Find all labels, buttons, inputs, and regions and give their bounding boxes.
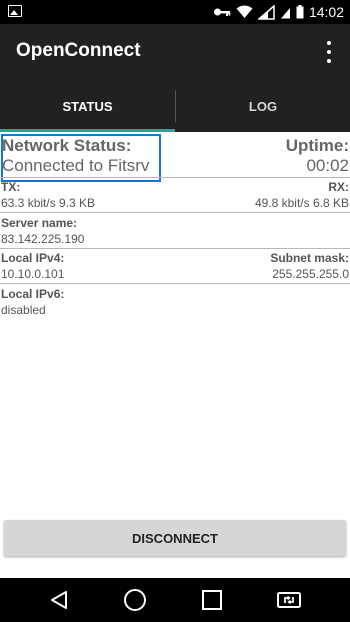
tx-value: 63.3 kbit/s 9.3 KB — [1, 196, 96, 210]
tab-log[interactable]: LOG — [176, 80, 350, 132]
subnet-mask-label: Subnet mask: — [270, 251, 349, 265]
gallery-icon — [8, 5, 22, 17]
tab-bar: STATUS LOG — [0, 80, 350, 132]
status-panel: Network Status: Connected to Fitsrv Upti… — [0, 132, 350, 578]
uptime-label: Uptime: — [285, 136, 349, 155]
back-icon[interactable] — [45, 586, 73, 614]
status-bar: 14:02 — [0, 0, 350, 24]
wifi-icon — [236, 5, 253, 18]
navigation-bar — [0, 578, 350, 622]
disconnect-button[interactable]: DISCONNECT — [4, 520, 346, 556]
server-name-label: Server name: — [1, 216, 78, 230]
rx-label: RX: — [328, 180, 349, 194]
signal-icon — [280, 7, 290, 18]
network-status-value: Connected to Fitsrv — [2, 156, 150, 175]
home-icon[interactable] — [121, 586, 149, 614]
divider — [0, 283, 350, 284]
local-ipv4-label: Local IPv4: — [1, 251, 65, 265]
signal-icon — [257, 4, 275, 20]
divider — [0, 248, 350, 249]
network-status-label: Network Status: — [2, 136, 132, 155]
tx-label: TX: — [1, 180, 21, 194]
local-ipv6-label: Local IPv6: — [1, 287, 65, 301]
status-icons: 14:02 — [213, 3, 344, 21]
tab-status[interactable]: STATUS — [0, 80, 175, 132]
app-bar: OpenConnect — [0, 24, 350, 80]
local-ipv6-value: disabled — [1, 303, 46, 317]
screen-cast-icon[interactable] — [275, 586, 303, 614]
recents-icon[interactable] — [198, 586, 226, 614]
local-ipv4-value: 10.10.0.101 — [1, 267, 65, 281]
divider — [0, 212, 350, 213]
overflow-menu-icon[interactable] — [326, 41, 332, 63]
battery-icon — [296, 5, 304, 19]
clock-time: 14:02 — [308, 4, 344, 20]
rx-value: 49.8 kbit/s 6.8 KB — [254, 196, 349, 210]
divider — [0, 177, 350, 178]
uptime-value: 00:02 — [306, 156, 349, 175]
subnet-mask-value: 255.255.255.0 — [272, 267, 349, 281]
server-name-value: 83.142.225.190 — [1, 232, 85, 246]
app-title: OpenConnect — [16, 40, 141, 61]
key-icon — [213, 8, 231, 16]
